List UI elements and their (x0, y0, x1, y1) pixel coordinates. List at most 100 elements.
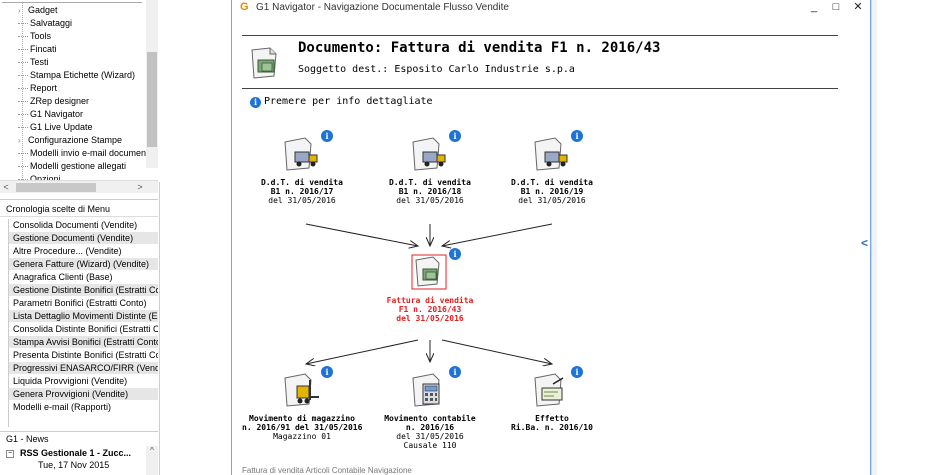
tree-item-label[interactable]: Modelli invio e-mail documenti (30, 148, 151, 158)
cronologia-item[interactable]: Genera Fatture (Wizard) (Vendite) (9, 258, 158, 271)
node-contabile[interactable]: i Movimento contabile n. 2016/16 del 31/05… (370, 366, 490, 450)
minimize-button[interactable]: _ (802, 0, 826, 16)
truck-document-icon[interactable]: i (283, 130, 333, 172)
cronologia-item[interactable]: Modelli e-mail (Rapporti) (9, 401, 158, 414)
tree-item-label[interactable]: Modelli gestione allegati (30, 161, 126, 171)
tree-item-label[interactable]: Fincati (30, 44, 57, 54)
node-info-icon[interactable]: i (571, 366, 583, 378)
tree-hscroll-thumb[interactable] (16, 183, 96, 192)
collapse-icon[interactable]: − (6, 449, 14, 458)
tree-item[interactable]: Report (18, 82, 57, 95)
tree-connector (18, 101, 28, 103)
node-date: del 31/05/2016 (396, 314, 464, 323)
cronologia-item[interactable]: Gestione Distinte Bonifici (Estratti Co (9, 284, 158, 297)
truck-document-icon[interactable]: i (533, 130, 583, 172)
cronologia-item[interactable]: Parametri Bonifici (Estratti Conto) (9, 297, 158, 310)
tree-item-label[interactable]: G1 Live Update (30, 122, 93, 132)
node-magazzino[interactable]: i Movimento di magazzino n. 2016/91 del 3… (242, 366, 362, 441)
tree-horizontal-scrollbar[interactable]: < > (0, 180, 158, 193)
node-fattura[interactable]: i Fattura di vendita F1 n. 2016/43 del 31/… (370, 248, 490, 323)
expand-panel-chevron-icon[interactable]: < (861, 236, 868, 250)
scroll-right-icon[interactable]: > (134, 181, 146, 194)
news-item[interactable]: − RSS Gestionale 1 - Zucc... (6, 447, 146, 459)
tree-item[interactable]: Salvataggi (18, 17, 72, 30)
news-title: G1 - News (0, 431, 158, 445)
node-type: Effetto (535, 414, 569, 423)
tree-vertical-scrollbar[interactable] (146, 0, 158, 168)
navigator-content: Documento: Fattura di vendita F1 n. 2016… (242, 22, 848, 475)
window-titlebar[interactable]: G G1 Navigator - Navigazione Documentale… (232, 0, 870, 16)
tree-item-label[interactable]: Testi (30, 57, 49, 67)
invoice-icon[interactable]: i (411, 248, 461, 290)
tree-item-label[interactable]: ZRep designer (30, 96, 89, 106)
tree-item-label[interactable]: Gadget (28, 5, 58, 15)
tree-connector (18, 23, 28, 25)
node-info-icon[interactable]: i (449, 366, 461, 378)
cronologia-item[interactable]: Altre Procedure... (Vendite) (9, 245, 158, 258)
node-number: n. 2016/16 (405, 423, 455, 432)
node-ddt-3[interactable]: i D.d.T. di vendita B1 n. 2016/19 del 31/0… (492, 130, 612, 205)
tree-item-label[interactable]: Tools (30, 31, 51, 41)
cronologia-item[interactable]: Consolida Distinte Bonifici (Estratti Co (9, 323, 158, 336)
tree-item[interactable]: Modelli invio e-mail documenti (18, 147, 151, 160)
cronologia-item[interactable]: Consolida Documenti (Vendite) (9, 219, 158, 232)
tree-item-label[interactable]: G1 Navigator (30, 109, 83, 119)
tree-item[interactable]: G1 Live Update (18, 121, 93, 134)
cronologia-item[interactable]: Progressivi ENASARCO/FIRR (Vendit (9, 362, 158, 375)
tree-item[interactable]: Stampa Etichette (Wizard) (18, 69, 135, 82)
cronologia-item[interactable]: Stampa Avvisi Bonifici (Estratti Conto (9, 336, 158, 349)
node-ddt-2[interactable]: i D.d.T. di vendita B1 n. 2016/18 del 31/0… (370, 130, 490, 205)
tree-item[interactable]: ZRep designer (18, 95, 89, 108)
node-number: B1 n. 2016/18 (398, 187, 462, 196)
node-type: Movimento di magazzino (249, 414, 355, 423)
news-scroll-up-icon[interactable]: ^ (146, 446, 158, 475)
window-title: G1 Navigator - Navigazione Documentale F… (256, 2, 509, 13)
arrow-fattura-effetto (441, 339, 552, 364)
tree-connector (18, 166, 28, 168)
tree-item[interactable]: G1 Navigator (18, 108, 83, 121)
tree-item[interactable]: Modelli gestione allegati (18, 160, 126, 173)
cronologia-item[interactable]: Presenta Distinte Bonifici (Estratti Co (9, 349, 158, 362)
tree-connector (18, 49, 28, 51)
node-info-icon[interactable]: i (449, 130, 461, 142)
node-number: B1 n. 2016/19 (520, 187, 584, 196)
tree-item-label[interactable]: Configurazione Stampe (28, 135, 122, 145)
node-ddt-1[interactable]: i D.d.T. di vendita B1 n. 2016/17 del 31/0… (242, 130, 362, 205)
node-extra: Magazzino 01 (273, 432, 331, 441)
node-effetto[interactable]: i Effetto Ri.Ba. n. 2016/10 (492, 366, 612, 432)
node-date: del 31/05/2016 (518, 196, 586, 205)
tree-item[interactable]: › Configurazione Stampe (18, 134, 122, 147)
scroll-left-icon[interactable]: < (0, 181, 12, 194)
tree-item-label[interactable]: Report (30, 83, 57, 93)
cronologia-item[interactable]: Liquida Provvigioni (Vendite) (9, 375, 158, 388)
close-button[interactable]: ✕ (846, 0, 870, 16)
cronologia-list: Consolida Documenti (Vendite) Gestione Do… (8, 219, 158, 427)
tree-scroll-thumb[interactable] (147, 52, 157, 147)
forklift-icon[interactable]: i (283, 366, 333, 408)
node-extra: Causale 110 (403, 441, 457, 450)
cronologia-item[interactable]: Lista Dettaglio Movimenti Distinte (Es (9, 310, 158, 323)
expand-chevron-icon[interactable]: › (18, 4, 28, 17)
node-info-icon[interactable]: i (571, 130, 583, 142)
node-info-icon[interactable]: i (449, 248, 461, 260)
maximize-button[interactable]: □ (824, 0, 848, 16)
tree-item-label[interactable]: Stampa Etichette (Wizard) (30, 70, 135, 80)
news-item-label[interactable]: RSS Gestionale 1 - Zucc... (20, 448, 131, 458)
tree-item[interactable]: Testi (18, 56, 49, 69)
node-info-icon[interactable]: i (321, 366, 333, 378)
tree-item[interactable]: › Gadget (18, 4, 58, 17)
node-info-icon[interactable]: i (321, 130, 333, 142)
panel-splitter[interactable] (871, 0, 877, 475)
expand-chevron-icon[interactable]: › (18, 134, 28, 147)
tree-item[interactable]: Tools (18, 30, 51, 43)
truck-document-icon[interactable]: i (411, 130, 461, 172)
tree-connector (18, 127, 28, 129)
calculator-icon[interactable]: i (411, 366, 461, 408)
cronologia-item[interactable]: Genera Provvigioni (Vendite) (9, 388, 158, 401)
tree-item-label[interactable]: Salvataggi (30, 18, 72, 28)
check-document-icon[interactable]: i (533, 366, 583, 408)
tree-item[interactable]: Fincati (18, 43, 57, 56)
cronologia-item[interactable]: Anagrafica Clienti (Base) (9, 271, 158, 284)
right-panel: < (861, 0, 940, 475)
cronologia-item[interactable]: Gestione Documenti (Vendite) (9, 232, 158, 245)
